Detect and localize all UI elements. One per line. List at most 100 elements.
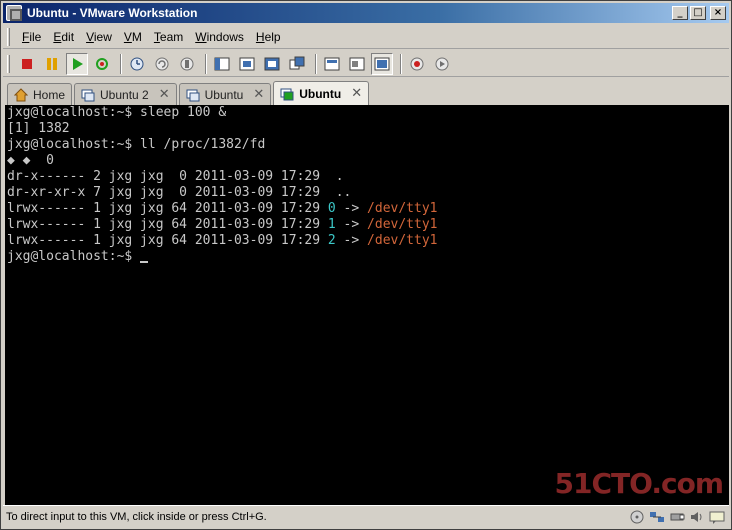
symlink-target: /dev/tty1 [367,201,438,216]
console-line: [1] 1382 [7,121,70,136]
tab-close-icon[interactable]: ✕ [351,86,362,101]
symlink-target: /dev/tty1 [367,233,438,248]
message-icon[interactable] [709,510,725,524]
tab-ubuntu-active[interactable]: Ubuntu ✕ [273,81,370,105]
menu-view[interactable]: View [80,28,118,46]
menu-vm-rest: M [131,29,142,44]
sound-icon[interactable] [689,510,705,524]
maximize-button[interactable]: □ [690,6,706,20]
menu-vm-mnemonic: V [123,29,132,44]
status-message: To direct input to this VM, click inside… [6,510,267,523]
snapshot-button[interactable] [126,53,148,75]
suspend-icon [47,57,57,70]
text-cursor [140,261,149,263]
reset-icon [96,57,108,70]
vm-icon [186,89,200,101]
tab-close-icon[interactable]: ✕ [159,87,170,102]
tab-home[interactable]: Home [7,83,73,105]
ls-entry: lrwx------ 1 jxg jxg 64 2011-03-09 17:29 [7,217,328,232]
snapshot-manager-icon [180,57,194,70]
window-title: Ubuntu - VMware Workstation [27,6,198,20]
close-button[interactable]: × [710,6,726,20]
tab-close-icon[interactable]: ✕ [253,87,264,102]
menu-windows[interactable]: Windows [189,28,250,46]
toolbar-separator [315,53,317,74]
title-bar[interactable]: Ubuntu - VMware Workstation _ □ × [3,3,729,23]
device-icons [625,510,725,524]
status-bar: To direct input to this VM, click inside… [3,505,729,527]
record-icon [410,57,424,70]
console-view-active-button[interactable] [371,52,393,75]
console-line: dr-x------ 2 jxg jxg 0 2011-03-09 17:29 … [7,169,344,184]
toolbar-separator [400,53,402,74]
replay-button[interactable] [431,53,453,75]
console-line: jxg@localhost:~$ sleep 100 & [7,105,227,120]
suspend-button[interactable] [41,53,63,75]
menu-help-mnemonic: H [255,29,265,44]
console-view-button[interactable] [346,53,368,75]
tab-ubuntu-2[interactable]: Ubuntu 2 ✕ [74,83,177,105]
symlink-target: /dev/tty1 [367,217,438,232]
fd-number: 0 [327,201,336,216]
power-off-button[interactable] [16,53,38,75]
snapshot-manager-button[interactable] [176,53,198,75]
vmware-window: Ubuntu - VMware Workstation _ □ × File E… [0,0,732,530]
unity-button[interactable] [286,53,308,75]
console-line: dr-xr-xr-x 7 jxg jxg 0 2011-03-09 17:29 … [7,185,352,200]
minimize-button[interactable]: _ [672,6,688,20]
console-line: jxg@localhost:~$ ll /proc/1382/fd [7,137,266,152]
menu-team-rest: eam [159,29,184,44]
menu-edit-rest: dit [61,29,75,44]
watermark-logo: 51CTO.com [554,467,724,500]
tool-bar [3,51,729,77]
ls-entry: lrwx------ 1 jxg jxg 64 2011-03-09 17:29 [7,233,328,248]
fd-number: 1 [327,217,336,232]
full-screen-button[interactable] [261,53,283,75]
menu-help[interactable]: Help [250,28,287,46]
menu-team[interactable]: Team [148,28,189,46]
menu-file-rest: ile [29,29,42,44]
usb-icon[interactable] [669,510,685,524]
menu-vm[interactable]: VM [118,28,148,46]
power-on-button[interactable] [66,52,88,75]
menu-edit[interactable]: Edit [47,28,80,46]
sidebar-icon [214,57,230,70]
replay-icon [435,57,449,70]
summary-view-button[interactable] [321,53,343,75]
menu-windows-mnemonic: W [195,29,207,44]
shell-prompt: jxg@localhost:~$ [7,249,141,264]
power-on-icon [73,57,83,70]
snapshot-icon [130,57,144,70]
vmware-app-icon[interactable] [6,5,22,21]
menu-view-mnemonic: V [86,29,94,44]
ls-entry: lrwx------ 1 jxg jxg 64 2011-03-09 17:29 [7,201,328,216]
quick-switch-icon [239,57,255,70]
revert-snapshot-icon [155,57,169,70]
symlink-arrow: -> [335,233,368,248]
vm-console[interactable]: jxg@localhost:~$ sleep 100 & [1] 1382 jx… [5,105,729,505]
quick-switch-button[interactable] [236,53,258,75]
record-button[interactable] [406,53,428,75]
console-view-icon [349,57,365,70]
vm-icon [81,89,95,101]
menu-bar: File Edit View VM Team Windows Help [3,25,729,49]
tab-label: Ubuntu [204,87,244,102]
toolbar-grip[interactable] [7,54,10,73]
tab-bar: Home Ubuntu 2 ✕ Ubuntu ✕ Ubuntu ✕ [3,81,729,105]
tab-ubuntu[interactable]: Ubuntu ✕ [178,83,272,105]
symlink-arrow: -> [335,217,368,232]
console-line: jxg@localhost:~$ [7,249,727,265]
reset-button[interactable] [91,53,113,75]
menu-help-rest: elp [264,29,281,44]
menu-file[interactable]: File [16,28,47,46]
menu-view-rest: iew [93,29,112,44]
tab-label: Ubuntu 2 [100,87,149,102]
power-off-icon [22,58,32,69]
revert-snapshot-button[interactable] [151,53,173,75]
console-line: lrwx------ 1 jxg jxg 64 2011-03-09 17:29… [7,217,727,233]
sidebar-button[interactable] [211,53,233,75]
tab-label: Ubuntu [299,86,342,101]
cd-drive-icon[interactable] [629,510,645,524]
menubar-grip[interactable] [7,27,10,46]
network-icon[interactable] [649,510,665,524]
